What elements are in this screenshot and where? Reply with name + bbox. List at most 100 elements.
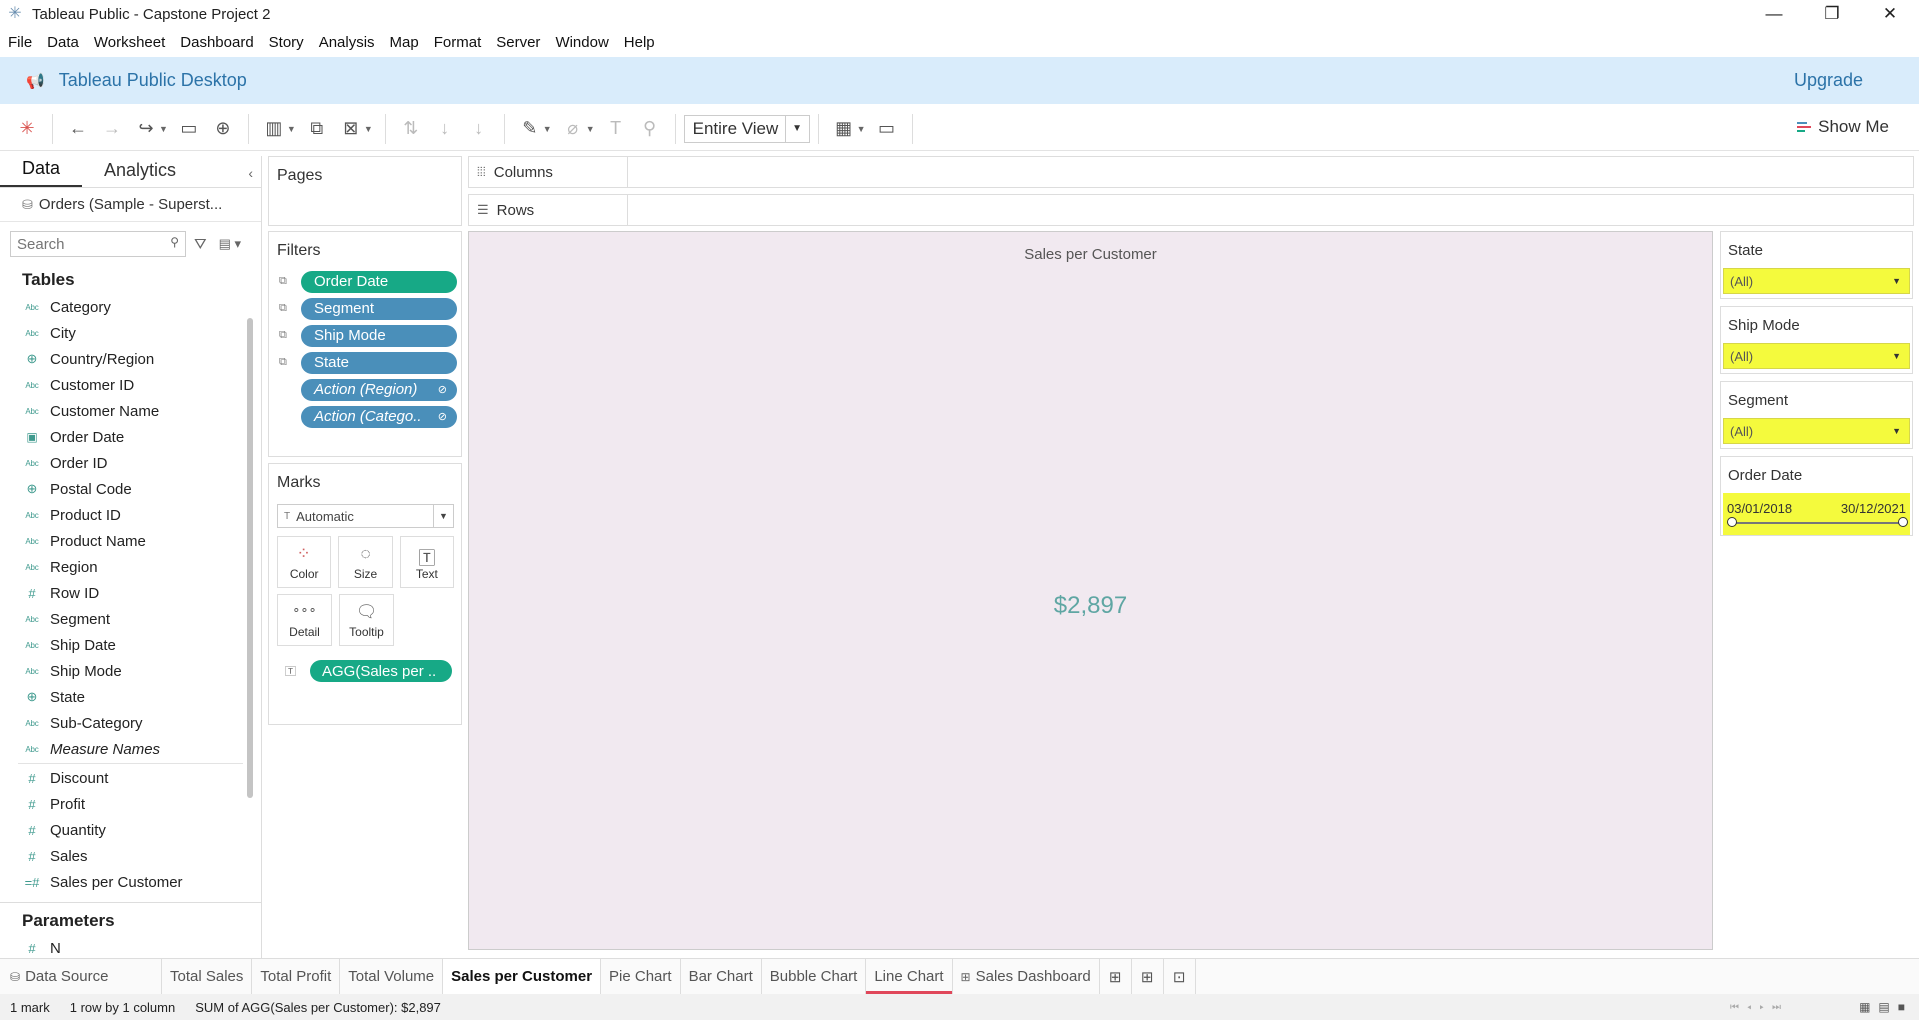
new-story-icon[interactable]: ⊡ bbox=[1164, 959, 1196, 994]
filter-pill-state[interactable]: State bbox=[301, 351, 457, 374]
field-category[interactable]: Abc Category bbox=[0, 294, 261, 320]
field-quantity[interactable]: # Quantity bbox=[0, 817, 261, 843]
filter-pill-action-region[interactable]: Action (Region) ⊘ bbox=[301, 378, 457, 401]
field-segment[interactable]: Abc Segment bbox=[0, 606, 261, 632]
detail-button[interactable]: ∘∘∘ Detail bbox=[277, 594, 332, 646]
columns-shelf[interactable]: ⦙⦙⦙ Columns bbox=[468, 156, 1914, 188]
chevron-down-icon[interactable]: ▼ bbox=[159, 124, 168, 134]
date-slider-end-handle[interactable] bbox=[1898, 517, 1908, 527]
tableau-home-icon[interactable]: ✳ bbox=[14, 116, 40, 142]
swap-icon[interactable]: ⇅ bbox=[398, 116, 424, 142]
menu-analysis[interactable]: Analysis bbox=[319, 34, 375, 51]
sheet-tab-bar-chart[interactable]: Bar Chart bbox=[681, 959, 762, 994]
filter-pill-segment[interactable]: Segment bbox=[301, 297, 457, 320]
menu-format[interactable]: Format bbox=[434, 34, 482, 51]
ship-mode-filter-dropdown[interactable]: (All) ▼ bbox=[1723, 343, 1910, 369]
field-city[interactable]: Abc City bbox=[0, 320, 261, 346]
save-icon[interactable]: ▭ bbox=[176, 116, 202, 142]
worksheet-view[interactable]: Sales per Customer $2,897 bbox=[468, 231, 1713, 950]
undo-icon[interactable]: ← bbox=[65, 116, 91, 142]
search-box[interactable]: ⚲ bbox=[10, 231, 186, 257]
sheet-tab-total-sales[interactable]: Total Sales bbox=[162, 959, 253, 994]
field-discount[interactable]: # Discount bbox=[0, 765, 261, 791]
close-icon[interactable]: ✕ bbox=[1861, 0, 1919, 28]
field-sales-per-customer[interactable]: =# Sales per Customer bbox=[0, 869, 261, 895]
sheet-view-toggle-icon[interactable]: ▦▤■ bbox=[1859, 1000, 1913, 1014]
fit-view-select[interactable]: Entire View ▼ bbox=[683, 114, 810, 143]
menu-dashboard[interactable]: Dashboard bbox=[180, 34, 253, 51]
date-slider-track[interactable] bbox=[1732, 522, 1901, 524]
field-sales[interactable]: # Sales bbox=[0, 843, 261, 869]
date-range-end[interactable]: 30/12/2021 bbox=[1841, 501, 1906, 516]
chevron-down-icon[interactable]: ▼ bbox=[287, 124, 296, 134]
chevron-down-icon[interactable]: ▼ bbox=[1892, 351, 1901, 361]
filter-fields-icon[interactable]: ⛛ bbox=[194, 236, 207, 253]
view-text-mark[interactable]: $2,897 bbox=[469, 592, 1712, 620]
menu-map[interactable]: Map bbox=[390, 34, 419, 51]
field-product-id[interactable]: Abc Product ID bbox=[0, 502, 261, 528]
new-worksheet-icon[interactable]: ▥ bbox=[261, 116, 287, 142]
sheet-tab-line-chart[interactable]: Line Chart bbox=[866, 959, 953, 994]
text-button[interactable]: 🅃 Text bbox=[399, 536, 454, 588]
group-icon[interactable]: ⌀ bbox=[560, 116, 586, 142]
field-customer-name[interactable]: Abc Customer Name bbox=[0, 398, 261, 424]
clear-sheet-icon[interactable]: ⊠ bbox=[338, 116, 364, 142]
field-customer-id[interactable]: Abc Customer ID bbox=[0, 372, 261, 398]
show-me-button[interactable]: Show Me bbox=[1797, 117, 1889, 137]
redo-icon[interactable]: → bbox=[99, 116, 125, 142]
field-order-date[interactable]: ▣ Order Date bbox=[0, 424, 261, 450]
upgrade-link[interactable]: Upgrade bbox=[1794, 70, 1863, 91]
field-ship-mode[interactable]: Abc Ship Mode bbox=[0, 658, 261, 684]
chevron-down-icon[interactable]: ▼ bbox=[433, 505, 453, 527]
size-button[interactable]: ◌ Size bbox=[338, 536, 393, 588]
show-cards-icon[interactable]: ▦ bbox=[831, 116, 857, 142]
date-slider-start-handle[interactable] bbox=[1727, 517, 1737, 527]
sort-descending-icon[interactable]: ↓ bbox=[466, 116, 492, 142]
sheet-tab-bubble-chart[interactable]: Bubble Chart bbox=[762, 959, 867, 994]
chevron-down-icon[interactable]: ▼ bbox=[1892, 426, 1901, 436]
sort-ascending-icon[interactable]: ↓ bbox=[432, 116, 458, 142]
menu-worksheet[interactable]: Worksheet bbox=[94, 34, 165, 51]
sheet-tab-sales-per-customer[interactable]: Sales per Customer bbox=[443, 959, 602, 994]
new-datasource-icon[interactable]: ⊕ bbox=[210, 116, 236, 142]
tab-analytics[interactable]: Analytics bbox=[82, 160, 198, 187]
tooltip-button[interactable]: 🗨 Tooltip bbox=[339, 594, 394, 646]
menu-window[interactable]: Window bbox=[555, 34, 608, 51]
menu-help[interactable]: Help bbox=[624, 34, 655, 51]
sheet-navigation-icon[interactable]: ⏮◂▸⏭ bbox=[1730, 1002, 1789, 1013]
labels-icon[interactable]: T bbox=[603, 116, 629, 142]
field-ship-date[interactable]: Abc Ship Date bbox=[0, 632, 261, 658]
segment-filter-dropdown[interactable]: (All) ▼ bbox=[1723, 418, 1910, 444]
filter-pill-action-catego[interactable]: Action (Catego.. ⊘ bbox=[301, 405, 457, 428]
presentation-mode-icon[interactable]: ▭ bbox=[874, 116, 900, 142]
duplicate-sheet-icon[interactable]: ⧉ bbox=[304, 116, 330, 142]
sheet-tab-pie-chart[interactable]: Pie Chart bbox=[601, 959, 681, 994]
minimize-icon[interactable]: — bbox=[1745, 0, 1803, 28]
chevron-down-icon[interactable]: ▼ bbox=[1892, 276, 1901, 286]
sheet-tab-total-volume[interactable]: Total Volume bbox=[340, 959, 444, 994]
filter-pill-ship-mode[interactable]: Ship Mode bbox=[301, 324, 457, 347]
chevron-down-icon[interactable]: ▼ bbox=[857, 124, 866, 134]
color-button[interactable]: ⁘ Color bbox=[277, 536, 332, 588]
search-input[interactable] bbox=[11, 233, 161, 255]
pages-shelf[interactable]: Pages bbox=[268, 156, 462, 226]
field-sub-category[interactable]: Abc Sub-Category bbox=[0, 710, 261, 736]
view-options-icon[interactable]: ▤ ▾ bbox=[219, 236, 241, 252]
field-product-name[interactable]: Abc Product Name bbox=[0, 528, 261, 554]
new-worksheet-icon[interactable]: ⊞ bbox=[1100, 959, 1132, 994]
menu-file[interactable]: File bbox=[8, 34, 32, 51]
new-dashboard-icon[interactable]: ⊞ bbox=[1132, 959, 1164, 994]
filters-shelf[interactable]: Filters ⧉ Order Date ⧉ Segment ⧉ Ship Mode ⧉ St… bbox=[268, 231, 462, 457]
menu-server[interactable]: Server bbox=[496, 34, 540, 51]
agg-sales-pill[interactable]: AGG(Sales per .. bbox=[310, 660, 452, 682]
collapse-pane-icon[interactable]: ‹ bbox=[248, 165, 253, 181]
restore-icon[interactable]: ❐ bbox=[1803, 0, 1861, 28]
field-state[interactable]: ⊕ State bbox=[0, 684, 261, 710]
mark-type-select[interactable]: T Automatic ▼ bbox=[277, 504, 454, 528]
replay-icon[interactable]: ↪ bbox=[133, 116, 159, 142]
chevron-down-icon[interactable]: ▼ bbox=[543, 124, 552, 134]
tab-data-source[interactable]: ⛁ Data Source bbox=[0, 959, 162, 994]
field-region[interactable]: Abc Region bbox=[0, 554, 261, 580]
highlight-icon[interactable]: ✎ bbox=[517, 116, 543, 142]
tab-data[interactable]: Data bbox=[0, 158, 83, 187]
